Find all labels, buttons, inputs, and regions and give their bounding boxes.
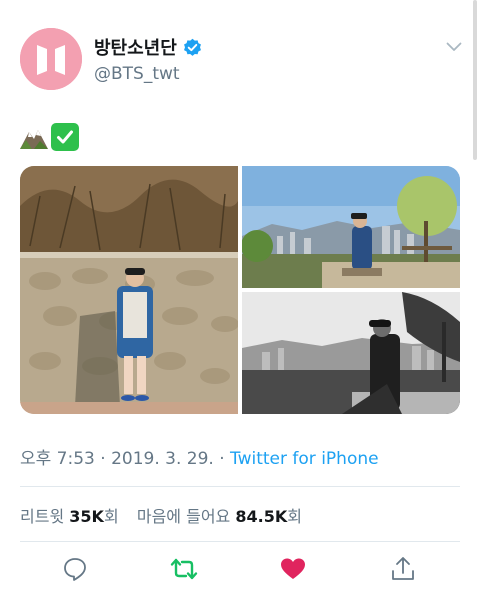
photo-wall-image — [20, 166, 238, 414]
photo-city-view-image — [242, 166, 460, 288]
likes-count: 84.5K — [235, 507, 288, 526]
separator-dot: · — [213, 449, 231, 469]
tweet-actions — [20, 553, 460, 585]
separator-dot: · — [94, 449, 112, 469]
avatar[interactable] — [20, 28, 82, 90]
photo-city-view[interactable] — [242, 166, 460, 288]
tweet-text — [20, 122, 79, 152]
retweets-stat[interactable]: 리트윗 35K회 — [20, 507, 124, 526]
photo-wall[interactable] — [20, 166, 238, 414]
reply-button[interactable] — [58, 553, 92, 585]
display-name[interactable]: 방탄소년단 — [94, 34, 177, 60]
share-button[interactable] — [386, 553, 420, 585]
photo-city-bw[interactable] — [242, 292, 460, 414]
tweet-timestamp: 오후 7:53 · 2019. 3. 29. · Twitter for iPh… — [20, 444, 379, 469]
mountain-emoji-icon — [20, 130, 48, 149]
retweets-unit: 회 — [103, 507, 119, 526]
user-handle[interactable]: @BTS_twt — [94, 64, 202, 84]
chevron-down-icon[interactable] — [446, 42, 462, 52]
likes-stat[interactable]: 마음에 들어요 84.5K회 — [137, 507, 302, 526]
like-button[interactable] — [276, 553, 310, 585]
tweet-date[interactable]: 2019. 3. 29. — [111, 449, 214, 469]
reply-icon — [64, 558, 86, 581]
verified-badge-icon — [183, 38, 201, 56]
tweet-time[interactable]: 오후 7:53 — [20, 449, 95, 469]
retweet-icon — [170, 558, 198, 580]
display-name-row: 방탄소년단 — [94, 34, 202, 60]
share-icon — [392, 557, 414, 580]
engagement-stats: 리트윗 35K회 마음에 들어요 84.5K회 — [20, 503, 302, 527]
bts-logo-icon — [20, 28, 82, 90]
media-grid — [20, 166, 460, 414]
check-mark-emoji-icon — [51, 123, 79, 151]
heart-icon — [281, 558, 305, 579]
retweets-label: 리트윗 — [20, 507, 65, 526]
likes-unit: 회 — [287, 507, 302, 526]
tweet-header: 방탄소년단 @BTS_twt — [20, 28, 468, 92]
tweet-source-link[interactable]: Twitter for iPhone — [230, 449, 379, 469]
retweet-button[interactable] — [167, 553, 201, 585]
retweets-count: 35K — [69, 507, 104, 526]
photo-city-bw-image — [242, 292, 460, 414]
scrollbar[interactable] — [473, 0, 477, 160]
divider — [20, 541, 460, 542]
author-names: 방탄소년단 @BTS_twt — [94, 34, 202, 84]
likes-label: 마음에 들어요 — [136, 507, 231, 526]
divider — [20, 486, 460, 487]
